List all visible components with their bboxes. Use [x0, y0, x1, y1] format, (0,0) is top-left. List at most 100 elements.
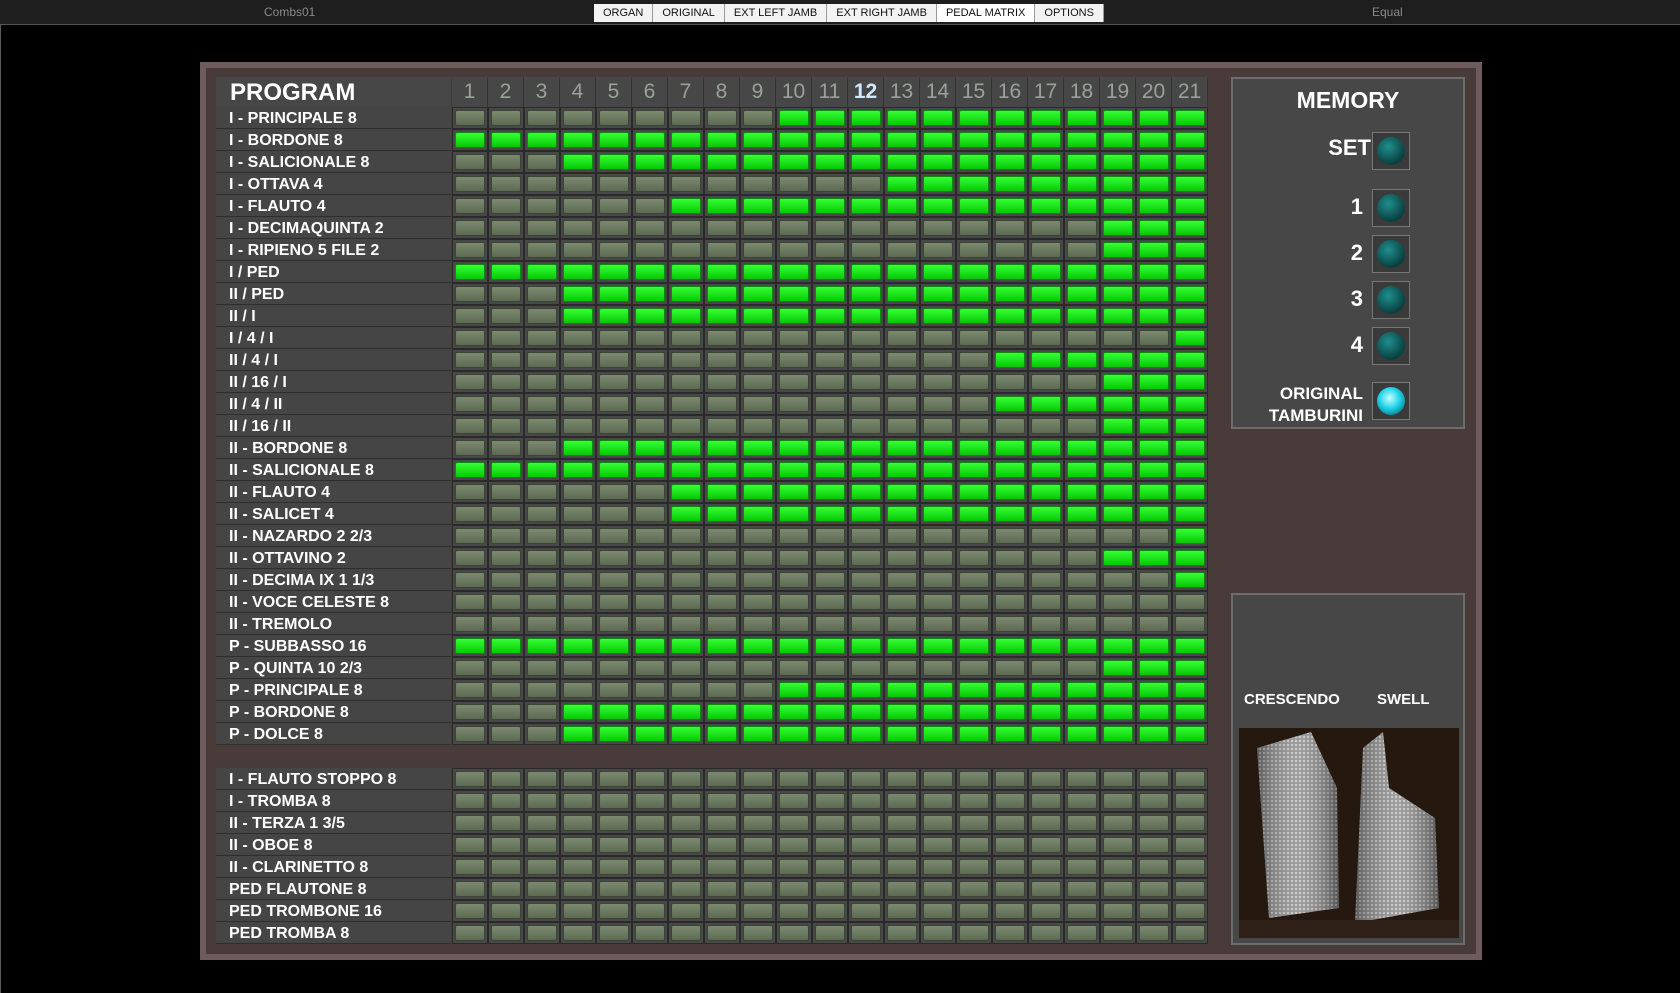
stop-toggle-on[interactable]	[1067, 352, 1097, 368]
stop-toggle-on[interactable]	[923, 440, 953, 456]
stop-toggle-on[interactable]	[599, 638, 629, 654]
stop-toggle-off[interactable]	[1067, 793, 1097, 809]
stop-toggle-on[interactable]	[923, 286, 953, 302]
stop-toggle-on[interactable]	[671, 484, 701, 500]
stop-toggle-off[interactable]	[743, 837, 773, 853]
stop-toggle-off[interactable]	[563, 616, 593, 632]
stop-toggle-off[interactable]	[671, 793, 701, 809]
stop-toggle-off[interactable]	[707, 859, 737, 875]
stop-toggle-on[interactable]	[887, 132, 917, 148]
stop-toggle-on[interactable]	[1031, 704, 1061, 720]
stop-toggle-on[interactable]	[887, 638, 917, 654]
stop-toggle-off[interactable]	[887, 616, 917, 632]
stop-toggle-on[interactable]	[671, 462, 701, 478]
stop-toggle-on[interactable]	[1103, 176, 1133, 192]
stop-toggle-off[interactable]	[1067, 815, 1097, 831]
stop-toggle-off[interactable]	[455, 660, 485, 676]
memory-slot-3-button[interactable]	[1372, 281, 1410, 319]
stop-toggle-off[interactable]	[491, 396, 521, 412]
stop-toggle-off[interactable]	[707, 528, 737, 544]
stop-toggle-on[interactable]	[743, 308, 773, 324]
stop-toggle-off[interactable]	[851, 815, 881, 831]
stop-toggle-off[interactable]	[995, 418, 1025, 434]
stop-toggle-off[interactable]	[1139, 925, 1169, 941]
stop-toggle-off[interactable]	[779, 330, 809, 346]
stop-toggle-on[interactable]	[1103, 484, 1133, 500]
stop-toggle-off[interactable]	[1067, 594, 1097, 610]
stop-toggle-on[interactable]	[1139, 110, 1169, 126]
stop-toggle-on[interactable]	[527, 264, 557, 280]
stop-toggle-off[interactable]	[707, 771, 737, 787]
stop-toggle-off[interactable]	[815, 374, 845, 390]
stop-toggle-on[interactable]	[1139, 726, 1169, 742]
stop-toggle-off[interactable]	[815, 396, 845, 412]
stop-toggle-off[interactable]	[1103, 771, 1133, 787]
stop-toggle-off[interactable]	[599, 374, 629, 390]
stop-toggle-off[interactable]	[671, 682, 701, 698]
stop-toggle-on[interactable]	[1031, 198, 1061, 214]
stop-toggle-off[interactable]	[491, 374, 521, 390]
stop-toggle-on[interactable]	[1031, 132, 1061, 148]
stop-toggle-off[interactable]	[671, 110, 701, 126]
stop-toggle-off[interactable]	[923, 903, 953, 919]
stop-toggle-off[interactable]	[779, 572, 809, 588]
stop-toggle-on[interactable]	[887, 440, 917, 456]
stop-toggle-on[interactable]	[707, 308, 737, 324]
stop-toggle-off[interactable]	[1067, 528, 1097, 544]
stop-toggle-off[interactable]	[635, 198, 665, 214]
stop-toggle-off[interactable]	[779, 925, 809, 941]
stop-toggle-off[interactable]	[851, 220, 881, 236]
stop-toggle-on[interactable]	[995, 506, 1025, 522]
stop-toggle-off[interactable]	[671, 815, 701, 831]
stop-toggle-off[interactable]	[599, 859, 629, 875]
stop-toggle-off[interactable]	[743, 616, 773, 632]
stop-toggle-off[interactable]	[959, 771, 989, 787]
stop-toggle-off[interactable]	[1067, 859, 1097, 875]
stop-toggle-on[interactable]	[851, 638, 881, 654]
stop-toggle-on[interactable]	[995, 462, 1025, 478]
stop-toggle-off[interactable]	[887, 374, 917, 390]
stop-toggle-off[interactable]	[563, 859, 593, 875]
stop-toggle-on[interactable]	[779, 198, 809, 214]
stop-toggle-off[interactable]	[995, 925, 1025, 941]
stop-toggle-off[interactable]	[743, 859, 773, 875]
stop-toggle-off[interactable]	[563, 682, 593, 698]
stop-toggle-off[interactable]	[491, 176, 521, 192]
stop-toggle-off[interactable]	[563, 881, 593, 897]
stop-toggle-on[interactable]	[1175, 682, 1205, 698]
stop-toggle-off[interactable]	[815, 881, 845, 897]
stop-toggle-off[interactable]	[707, 881, 737, 897]
stop-toggle-off[interactable]	[635, 859, 665, 875]
stop-toggle-on[interactable]	[1139, 396, 1169, 412]
stop-toggle-off[interactable]	[527, 682, 557, 698]
stop-toggle-off[interactable]	[1031, 903, 1061, 919]
stop-toggle-off[interactable]	[635, 594, 665, 610]
stop-toggle-off[interactable]	[1103, 330, 1133, 346]
stop-toggle-off[interactable]	[743, 903, 773, 919]
stop-toggle-off[interactable]	[851, 925, 881, 941]
stop-toggle-on[interactable]	[887, 704, 917, 720]
stop-toggle-on[interactable]	[1175, 198, 1205, 214]
stop-toggle-on[interactable]	[1139, 154, 1169, 170]
stop-toggle-off[interactable]	[959, 925, 989, 941]
stop-toggle-off[interactable]	[743, 881, 773, 897]
stop-toggle-off[interactable]	[959, 418, 989, 434]
stop-toggle-off[interactable]	[743, 176, 773, 192]
stop-toggle-off[interactable]	[815, 220, 845, 236]
stop-toggle-on[interactable]	[635, 638, 665, 654]
stop-toggle-on[interactable]	[815, 462, 845, 478]
stop-toggle-off[interactable]	[887, 330, 917, 346]
stop-toggle-off[interactable]	[743, 682, 773, 698]
stop-toggle-off[interactable]	[923, 837, 953, 853]
stop-toggle-off[interactable]	[923, 220, 953, 236]
stop-toggle-on[interactable]	[779, 308, 809, 324]
stop-toggle-off[interactable]	[599, 484, 629, 500]
stop-toggle-on[interactable]	[959, 440, 989, 456]
stop-toggle-off[interactable]	[671, 903, 701, 919]
stop-toggle-off[interactable]	[635, 220, 665, 236]
stop-toggle-off[interactable]	[1139, 837, 1169, 853]
stop-toggle-on[interactable]	[959, 506, 989, 522]
stop-toggle-off[interactable]	[959, 572, 989, 588]
stop-toggle-off[interactable]	[1103, 594, 1133, 610]
stop-toggle-off[interactable]	[1175, 793, 1205, 809]
